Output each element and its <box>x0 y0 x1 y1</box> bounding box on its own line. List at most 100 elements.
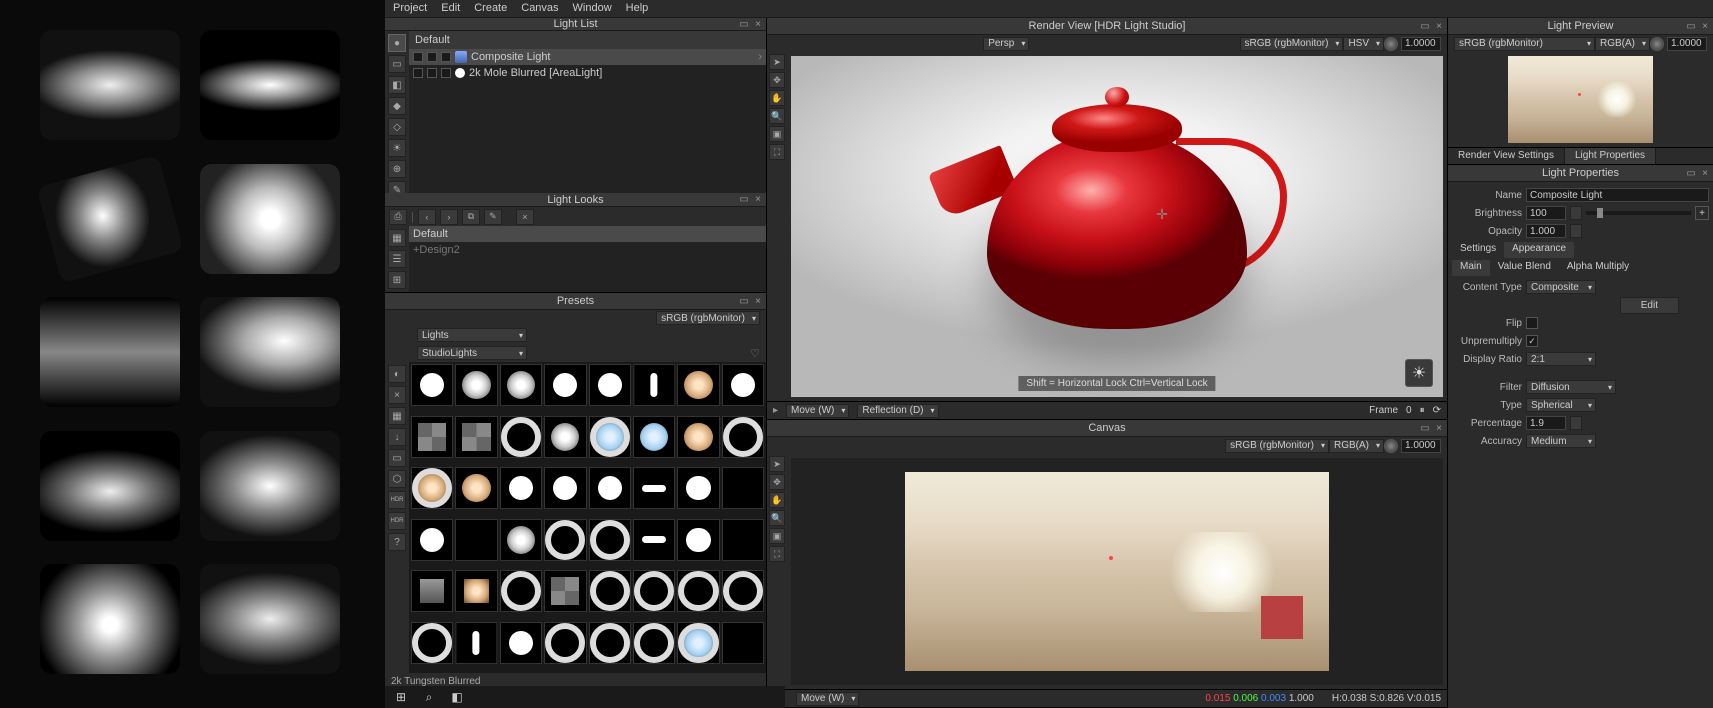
search-icon[interactable]: ⌕ <box>421 689 437 705</box>
light-row-composite[interactable]: Composite Light › <box>409 49 766 65</box>
preset-filter1-icon[interactable]: ◐ <box>388 365 406 383</box>
menu-help[interactable]: Help <box>626 2 649 15</box>
preset-filter3-icon[interactable]: ▦ <box>388 407 406 425</box>
preset-filter4-icon[interactable]: ↓ <box>388 428 406 446</box>
vp-fit-icon[interactable]: ⛶ <box>769 144 785 160</box>
preset-item[interactable] <box>544 416 586 458</box>
look-row-default[interactable]: Default <box>409 226 766 242</box>
chevron-right-icon[interactable]: › <box>758 51 762 63</box>
preset-item[interactable] <box>722 622 764 664</box>
preset-hdr2-icon[interactable]: HDR <box>388 512 406 530</box>
vp-pointer-icon[interactable]: ➤ <box>769 456 785 472</box>
preset-item[interactable] <box>500 519 542 561</box>
presets-category-dropdown[interactable]: Lights <box>417 328 527 342</box>
undock-icon[interactable]: ▭ <box>1685 167 1697 179</box>
favorite-icon[interactable]: ♡ <box>750 347 760 360</box>
close-icon[interactable]: × <box>1699 167 1711 179</box>
tool-sphere-icon[interactable]: ● <box>388 34 406 52</box>
looks-nav1-icon[interactable]: ‹ <box>418 209 436 225</box>
preset-item[interactable] <box>455 570 497 612</box>
looks-snapshot-icon[interactable]: ⎙ <box>389 209 407 225</box>
preset-help-icon[interactable]: ? <box>388 533 406 551</box>
light-row-mole[interactable]: 2k Mole Blurred [AreaLight] <box>409 65 766 81</box>
preset-item[interactable] <box>677 570 719 612</box>
brightness-spinner[interactable] <box>1570 206 1582 220</box>
tool-sun-icon[interactable]: ☀ <box>388 139 406 157</box>
looks-nav2-icon[interactable]: › <box>440 209 458 225</box>
flip-checkbox[interactable] <box>1526 317 1538 329</box>
preset-item[interactable] <box>677 622 719 664</box>
taskview-icon[interactable]: ◧ <box>449 689 465 705</box>
canvas-colorspace-dropdown[interactable]: sRGB (rgbMonitor) <box>1225 439 1329 453</box>
preset-item[interactable] <box>633 570 675 612</box>
subtab-main[interactable]: Main <box>1452 260 1490 276</box>
looks-delete-icon[interactable]: × <box>516 209 534 225</box>
preset-item[interactable] <box>589 416 631 458</box>
close-icon[interactable]: × <box>752 194 764 206</box>
preset-item[interactable] <box>411 519 453 561</box>
preset-item[interactable] <box>722 416 764 458</box>
menu-canvas[interactable]: Canvas <box>521 2 558 15</box>
brightness-add-icon[interactable]: + <box>1695 206 1709 220</box>
content-type-dropdown[interactable]: Composite <box>1526 280 1596 294</box>
close-icon[interactable]: × <box>1433 422 1445 434</box>
preset-item[interactable] <box>500 416 542 458</box>
looks-list-icon[interactable]: ☰ <box>388 250 406 268</box>
vp-move-icon[interactable]: ✥ <box>769 474 785 490</box>
preset-item[interactable] <box>589 467 631 509</box>
preset-item[interactable] <box>589 364 631 406</box>
preset-item[interactable] <box>411 570 453 612</box>
percentage-input[interactable] <box>1526 416 1566 430</box>
exposure-dial-icon[interactable] <box>1650 37 1664 51</box>
tool-flat-icon[interactable]: ◆ <box>388 97 406 115</box>
preset-item[interactable] <box>589 570 631 612</box>
close-icon[interactable]: × <box>1699 20 1711 32</box>
preview-viewport[interactable] <box>1508 56 1653 143</box>
tool-gradient-icon[interactable]: ◧ <box>388 76 406 94</box>
preset-item[interactable] <box>500 467 542 509</box>
looks-thumb-icon[interactable]: ▦ <box>388 229 406 247</box>
unpremultiply-checkbox[interactable] <box>1526 335 1538 347</box>
vp-zoom-icon[interactable]: 🔍 <box>769 510 785 526</box>
preset-item[interactable] <box>455 467 497 509</box>
preset-item[interactable] <box>589 519 631 561</box>
undock-icon[interactable]: ▭ <box>1419 20 1431 32</box>
play-icon[interactable]: ▸ <box>773 405 778 416</box>
looks-copy-icon[interactable]: ⧉ <box>462 209 480 225</box>
opacity-input[interactable] <box>1526 224 1566 238</box>
preset-item[interactable] <box>633 364 675 406</box>
pause-icon[interactable]: ⏸ <box>1420 405 1425 416</box>
preset-item[interactable] <box>544 519 586 561</box>
sun-toggle-icon[interactable]: ☀ <box>1405 359 1433 387</box>
preset-item[interactable] <box>411 622 453 664</box>
preset-item[interactable] <box>722 364 764 406</box>
subtab-appearance[interactable]: Appearance <box>1504 242 1574 258</box>
brightness-input[interactable] <box>1526 206 1566 220</box>
preset-item[interactable] <box>722 519 764 561</box>
preset-item[interactable] <box>500 364 542 406</box>
exposure-input[interactable] <box>1401 37 1441 51</box>
subtab-alpha-multiply[interactable]: Alpha Multiply <box>1559 260 1637 276</box>
solo-checkbox[interactable] <box>413 52 423 62</box>
subtab-value-blend[interactable]: Value Blend <box>1490 260 1559 276</box>
vp-frame-icon[interactable]: ▣ <box>769 126 785 142</box>
preset-item[interactable] <box>722 467 764 509</box>
canvas-move-mode-dropdown[interactable]: Move (W) <box>796 692 859 706</box>
display-ratio-dropdown[interactable]: 2:1 <box>1526 352 1596 366</box>
edit-button[interactable]: Edit <box>1620 297 1679 314</box>
looks-rename-icon[interactable]: ✎ <box>484 209 502 225</box>
preset-hdr-icon[interactable]: HDR <box>388 491 406 509</box>
preset-item[interactable] <box>500 570 542 612</box>
menu-project[interactable]: Project <box>393 2 427 15</box>
preset-item[interactable] <box>411 364 453 406</box>
subtab-settings[interactable]: Settings <box>1452 242 1504 258</box>
exposure-dial-icon[interactable] <box>1384 37 1398 51</box>
undock-icon[interactable]: ▭ <box>738 295 750 307</box>
vp-zoom-icon[interactable]: 🔍 <box>769 108 785 124</box>
preview-channel-dropdown[interactable]: RGB(A) <box>1595 37 1650 51</box>
render-colorspace-dropdown[interactable]: sRGB (rgbMonitor) <box>1240 37 1344 51</box>
lock-checkbox[interactable] <box>441 52 451 62</box>
preset-item[interactable] <box>544 622 586 664</box>
menu-window[interactable]: Window <box>573 2 612 15</box>
tool-area-icon[interactable]: ◇ <box>388 118 406 136</box>
